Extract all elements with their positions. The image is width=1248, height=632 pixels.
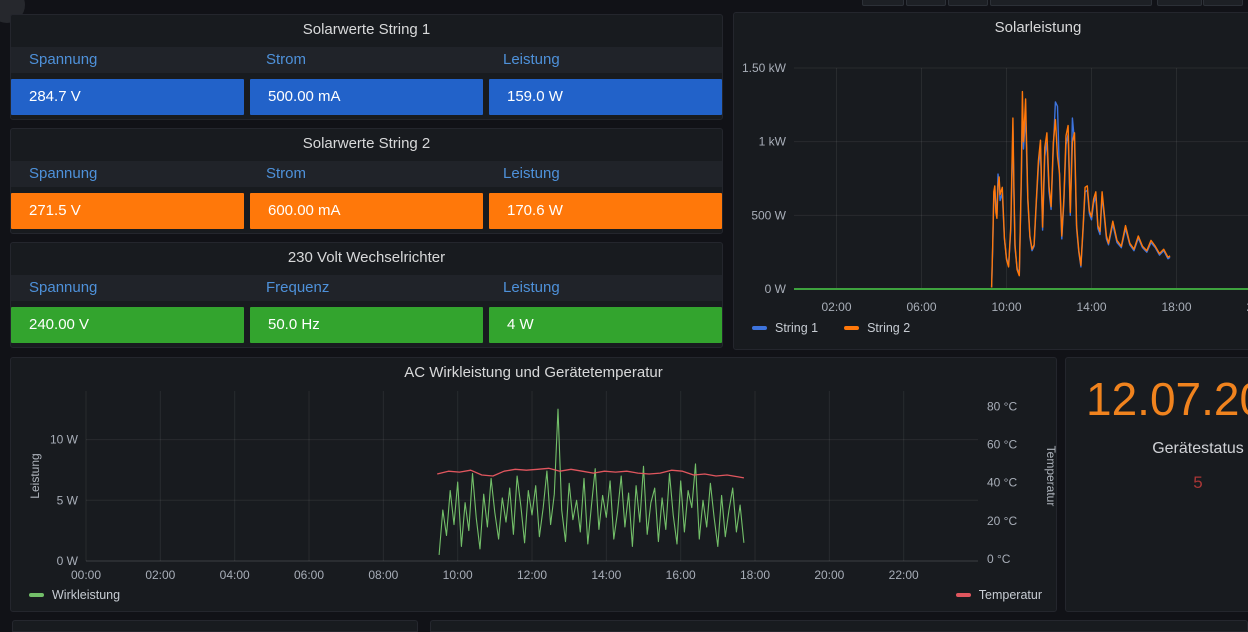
series-wirkleistung	[439, 409, 744, 555]
table-header-row: Spannung Frequenz Leistung	[11, 275, 722, 301]
legend-label: String 1	[775, 321, 818, 335]
cutoff-panel	[430, 620, 1248, 632]
legend-label: String 2	[867, 321, 910, 335]
panel-title[interactable]: Solarwerte String 2	[11, 129, 722, 159]
panel-solarwerte-string-2: Solarwerte String 2 Spannung Strom Leist…	[10, 128, 723, 234]
y-axis-tick-label: 5 W	[57, 493, 79, 507]
cell-spannung: 284.7 V	[11, 79, 244, 115]
cell-strom: 500.00 mA	[250, 79, 483, 115]
cell-frequenz: 50.0 Hz	[250, 307, 483, 343]
column-header-spannung[interactable]: Spannung	[11, 47, 248, 73]
solarleistung-chart-canvas[interactable]: 02:0006:0010:0014:0018:0022:000 W500 W1 …	[734, 13, 1248, 351]
x-axis-tick-label: 10:00	[443, 568, 473, 582]
table-row: 240.00 V 50.0 Hz 4 W	[11, 307, 722, 343]
cell-spannung: 240.00 V	[11, 307, 244, 343]
geraetestatus-value: 5	[1066, 473, 1248, 493]
column-header-frequenz[interactable]: Frequenz	[248, 275, 485, 301]
legend-color-marker	[752, 326, 767, 330]
ac-chart-canvas[interactable]: 00:00 02:00 04:00 06:00 08:00 10:00 12:00 14:00…	[11, 358, 1058, 613]
x-axis-tick-label: 22:00	[889, 568, 919, 582]
right-axis-tick-label: 80 °C	[987, 399, 1017, 413]
panel-geraetestatus: 12.07.20 Gerätestatus 5	[1065, 357, 1248, 612]
chart-legend: String 1 String 2	[752, 321, 910, 335]
toolbar-button-remnant[interactable]	[1203, 0, 1243, 6]
date-stat-value: 12.07.20	[1086, 372, 1248, 426]
toolbar-button-remnant[interactable]	[1157, 0, 1202, 6]
right-axis-tick-label: 0 °C	[987, 552, 1011, 566]
x-axis-tick-label: 14:00	[1076, 300, 1106, 314]
legend-color-marker	[29, 593, 44, 597]
column-header-leistung[interactable]: Leistung	[485, 161, 722, 187]
table-row: 271.5 V 600.00 mA 170.6 W	[11, 193, 722, 229]
legend-color-marker	[844, 326, 859, 330]
series-temperatur	[437, 468, 744, 478]
panel-ac-wirkleistung: AC Wirkleistung und Gerätetemperatur 00:…	[10, 357, 1057, 612]
panel-solarwerte-string-1: Solarwerte String 1 Spannung Strom Leist…	[10, 14, 723, 120]
column-header-strom[interactable]: Strom	[248, 161, 485, 187]
cell-leistung: 4 W	[489, 307, 722, 343]
legend-item-wirkleistung[interactable]: Wirkleistung	[29, 588, 120, 602]
x-axis-tick-label: 12:00	[517, 568, 547, 582]
x-axis-tick-label: 08:00	[368, 568, 398, 582]
legend-item-temperatur[interactable]: Temperatur	[956, 588, 1042, 602]
cutoff-panel	[12, 620, 418, 632]
y-axis-tick-label: 1 kW	[759, 135, 787, 149]
right-axis-title: Temperatur	[1044, 446, 1058, 507]
x-axis-tick-label: 14:00	[591, 568, 621, 582]
x-axis-tick-label: 06:00	[294, 568, 324, 582]
x-axis-tick-label: 04:00	[220, 568, 250, 582]
time-picker-remnant[interactable]	[990, 0, 1152, 6]
cell-spannung: 271.5 V	[11, 193, 244, 229]
column-header-spannung[interactable]: Spannung	[11, 161, 248, 187]
legend-item-string-1[interactable]: String 1	[752, 321, 818, 335]
y-axis-tick-label: 0 W	[765, 282, 787, 296]
y-axis-tick-label: 1.50 kW	[742, 61, 787, 75]
legend-color-marker	[956, 593, 971, 597]
toolbar-button-remnant[interactable]	[862, 0, 904, 6]
table-header-row: Spannung Strom Leistung	[11, 161, 722, 187]
table-header-row: Spannung Strom Leistung	[11, 47, 722, 73]
geraetestatus-label: Gerätestatus	[1066, 440, 1248, 458]
column-header-leistung[interactable]: Leistung	[485, 275, 722, 301]
toolbar-button-remnant[interactable]	[948, 0, 988, 6]
table-row: 284.7 V 500.00 mA 159.0 W	[11, 79, 722, 115]
legend-item-string-2[interactable]: String 2	[844, 321, 910, 335]
panel-title[interactable]: 230 Volt Wechselrichter	[11, 243, 722, 273]
column-header-strom[interactable]: Strom	[248, 47, 485, 73]
x-axis-tick-label: 18:00	[740, 568, 770, 582]
x-axis-tick-label: 20:00	[814, 568, 844, 582]
panel-title[interactable]: Solarwerte String 1	[11, 15, 722, 45]
panel-solarleistung: Solarleistung 02:0006:0010:0014:0018:002…	[733, 12, 1248, 350]
y-axis-tick-label: 0 W	[57, 554, 79, 568]
legend-label: Temperatur	[979, 588, 1042, 602]
right-axis-tick-label: 40 °C	[987, 476, 1017, 490]
cell-strom: 600.00 mA	[250, 193, 483, 229]
y-axis-tick-label: 10 W	[50, 433, 79, 447]
y-axis-tick-label: 500 W	[751, 208, 786, 222]
left-axis-title: Leistung	[28, 453, 42, 498]
column-header-leistung[interactable]: Leistung	[485, 47, 722, 73]
cell-leistung: 159.0 W	[489, 79, 722, 115]
chart-legend: Wirkleistung Temperatur	[29, 588, 1042, 602]
right-axis-tick-label: 20 °C	[987, 514, 1017, 528]
x-axis-tick-label: 02:00	[145, 568, 175, 582]
x-axis-tick-label: 06:00	[906, 300, 936, 314]
x-axis-tick-label: 10:00	[991, 300, 1021, 314]
cell-leistung: 170.6 W	[489, 193, 722, 229]
panel-wechselrichter: 230 Volt Wechselrichter Spannung Frequen…	[10, 242, 723, 348]
x-axis-tick-label: 18:00	[1161, 300, 1191, 314]
legend-label: Wirkleistung	[52, 588, 120, 602]
column-header-spannung[interactable]: Spannung	[11, 275, 248, 301]
series-string-2	[992, 92, 1171, 288]
x-axis-tick-label: 02:00	[821, 300, 851, 314]
x-axis-tick-label: 16:00	[666, 568, 696, 582]
toolbar-button-remnant[interactable]	[906, 0, 946, 6]
right-axis-tick-label: 60 °C	[987, 437, 1017, 451]
x-axis-tick-label: 00:00	[71, 568, 101, 582]
